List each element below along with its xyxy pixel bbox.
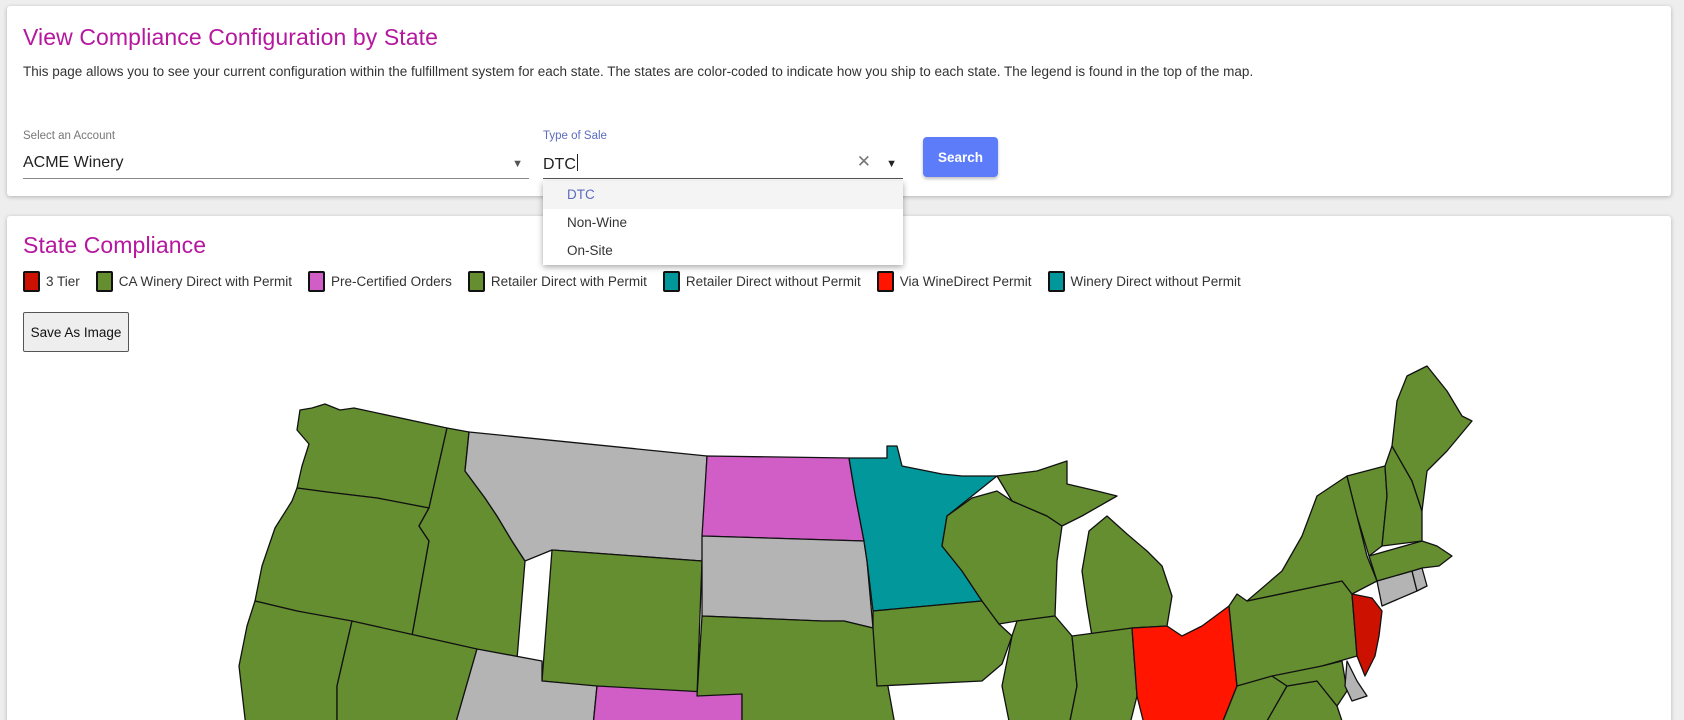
- sale-type-dropdown: DTC Non-Wine On-Site: [543, 181, 903, 265]
- text-caret: [576, 154, 578, 171]
- page-description: This page allows you to see your current…: [23, 64, 1254, 79]
- search-button[interactable]: Search: [923, 137, 998, 177]
- sale-type-option-non-wine[interactable]: Non-Wine: [543, 209, 903, 237]
- sale-type-label: Type of Sale: [543, 130, 607, 142]
- sale-type-input[interactable]: DTC: [543, 154, 578, 174]
- state-south-dakota[interactable]: [701, 535, 874, 629]
- config-card: View Compliance Configuration by State T…: [7, 6, 1671, 196]
- account-select-underline: [23, 178, 529, 179]
- state-california[interactable]: [238, 600, 353, 720]
- chevron-down-icon[interactable]: ▼: [886, 158, 897, 170]
- state-illinois[interactable]: [1001, 615, 1078, 720]
- state-wyoming[interactable]: [541, 549, 703, 697]
- sale-type-underline: [543, 178, 903, 179]
- state-north-dakota[interactable]: [701, 455, 865, 542]
- sale-type-option-dtc[interactable]: DTC: [543, 181, 903, 209]
- sale-type-value: DTC: [543, 156, 576, 173]
- account-select-label: Select an Account: [23, 130, 116, 142]
- chevron-down-icon[interactable]: ▼: [512, 158, 523, 170]
- sale-type-option-on-site[interactable]: On-Site: [543, 237, 903, 265]
- state-indiana[interactable]: [1067, 627, 1138, 720]
- state-compliance-card: State Compliance 3 Tier CA Winery Direct…: [7, 216, 1671, 720]
- clear-icon[interactable]: ✕: [857, 152, 871, 172]
- account-select-value: ACME Winery: [23, 154, 124, 171]
- us-compliance-map: [238, 365, 1473, 720]
- state-new-jersey[interactable]: [1351, 593, 1383, 677]
- state-michigan[interactable]: [1081, 515, 1173, 637]
- page-title: View Compliance Configuration by State: [23, 24, 439, 50]
